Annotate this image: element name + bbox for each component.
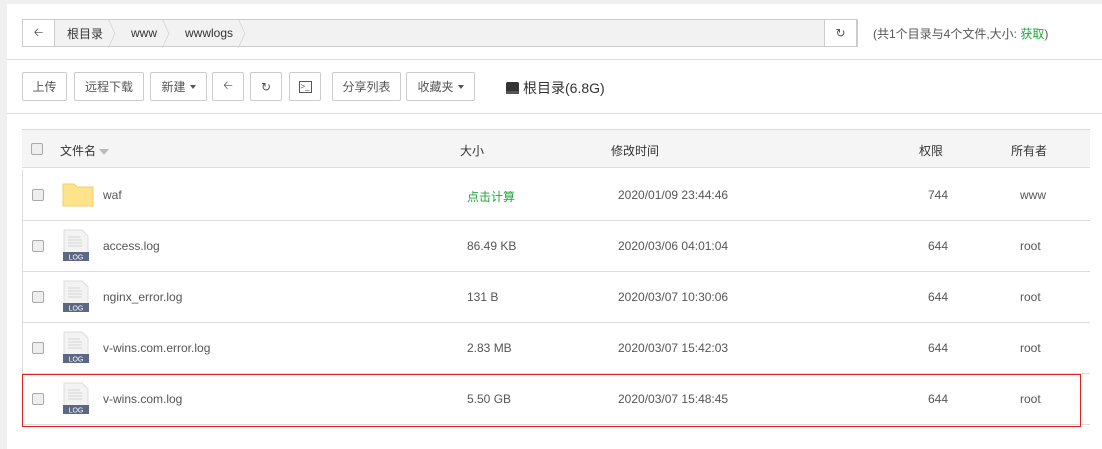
sort-desc-icon (99, 148, 110, 155)
file-mtime: 2020/03/07 10:30:06 (618, 290, 729, 304)
file-owner[interactable]: www (1020, 188, 1046, 202)
summary-text: (共1个目录与4个文件,大小: (873, 27, 1021, 41)
file-mtime: 2020/01/09 23:44:46 (618, 188, 729, 202)
divider (7, 59, 1102, 60)
table-row[interactable]: waf 点击计算 2020/01/09 23:44:46 744 www (22, 170, 1090, 221)
caret-down-icon (457, 84, 464, 89)
log-file-icon: LOG (63, 280, 89, 312)
log-file-icon: LOG (63, 229, 89, 261)
refresh-path-button[interactable]: ↻ (824, 19, 857, 47)
file-permission[interactable]: 644 (928, 290, 948, 304)
favorites-button[interactable]: 收藏夹 (406, 72, 475, 101)
column-mtime[interactable]: 修改时间 (611, 142, 659, 159)
terminal-icon: >_ (298, 80, 312, 93)
breadcrumb-item-www[interactable]: www (113, 20, 167, 46)
get-size-link[interactable]: 获取 (1020, 27, 1044, 41)
select-all-checkbox[interactable] (31, 143, 43, 155)
column-owner[interactable]: 所有者 (1011, 142, 1047, 159)
breadcrumb-item-root[interactable]: 根目录 (55, 20, 113, 46)
file-permission[interactable]: 644 (928, 239, 948, 253)
refresh-icon: ↻ (260, 79, 272, 94)
file-size: 2.83 MB (467, 341, 512, 355)
svg-text:LOG: LOG (69, 255, 84, 262)
refresh-icon: ↻ (835, 26, 846, 40)
arrow-left-icon: 🡠 (223, 78, 233, 92)
file-owner[interactable]: root (1020, 341, 1041, 355)
file-owner[interactable]: root (1020, 239, 1041, 253)
column-permission[interactable]: 权限 (919, 142, 943, 159)
breadcrumb-item-wwwlogs[interactable]: wwwlogs (167, 20, 243, 46)
back-dir-button[interactable]: 🡠 (212, 72, 244, 101)
file-name[interactable]: nginx_error.log (103, 290, 182, 304)
file-name[interactable]: v-wins.com.error.log (103, 341, 210, 355)
terminal-button[interactable]: >_ (289, 72, 321, 101)
favorites-label: 收藏夹 (417, 80, 454, 94)
new-button[interactable]: 新建 (150, 72, 207, 101)
table-header: 文件名 大小 修改时间 权限 所有者 (22, 129, 1090, 168)
highlight-box (22, 374, 1081, 427)
new-label: 新建 (161, 80, 186, 94)
file-owner[interactable]: root (1020, 290, 1041, 304)
table-row[interactable]: LOG access.log 86.49 KB 2020/03/06 04:01… (22, 221, 1090, 272)
summary-suffix: ) (1044, 27, 1049, 41)
upload-button[interactable]: 上传 (22, 72, 67, 101)
svg-text:LOG: LOG (69, 306, 84, 313)
breadcrumb: 🡠 根目录 www wwwlogs ↻ (22, 19, 858, 47)
table-row[interactable]: LOG v-wins.com.error.log 2.83 MB 2020/03… (22, 323, 1090, 374)
caret-down-icon (189, 84, 196, 89)
folder-icon (62, 183, 94, 207)
file-permission[interactable]: 644 (928, 341, 948, 355)
row-checkbox[interactable] (32, 291, 44, 303)
disk-root[interactable]: 根目录(6.8G) (506, 78, 605, 98)
svg-text:LOG: LOG (69, 357, 84, 364)
file-name[interactable]: access.log (103, 239, 160, 253)
file-mtime: 2020/03/06 04:01:04 (618, 239, 729, 253)
file-size[interactable]: 点击计算 (467, 188, 515, 205)
file-size: 131 B (467, 290, 499, 304)
column-size[interactable]: 大小 (460, 142, 484, 159)
row-checkbox[interactable] (32, 189, 44, 201)
directory-summary: (共1个目录与4个文件,大小: 获取) (873, 25, 1048, 42)
refresh-button[interactable]: ↻ (250, 72, 282, 101)
hard-drive-icon (506, 82, 519, 94)
remote-download-button[interactable]: 远程下载 (74, 72, 144, 101)
back-button[interactable]: 🡠 (23, 20, 55, 46)
file-mtime: 2020/03/07 15:42:03 (618, 341, 729, 355)
arrow-left-icon: 🡠 (33, 24, 44, 39)
file-size: 86.49 KB (467, 239, 517, 253)
row-checkbox[interactable] (32, 240, 44, 252)
file-permission[interactable]: 744 (928, 188, 948, 202)
column-name[interactable]: 文件名 (60, 142, 110, 159)
row-checkbox[interactable] (32, 342, 44, 354)
share-list-button[interactable]: 分享列表 (332, 72, 401, 101)
divider (7, 113, 1102, 114)
disk-label: 根目录(6.8G) (523, 80, 605, 96)
log-file-icon: LOG (63, 331, 89, 363)
table-row[interactable]: LOG nginx_error.log 131 B 2020/03/07 10:… (22, 272, 1090, 323)
column-name-label: 文件名 (60, 144, 97, 158)
file-name[interactable]: waf (103, 188, 122, 202)
